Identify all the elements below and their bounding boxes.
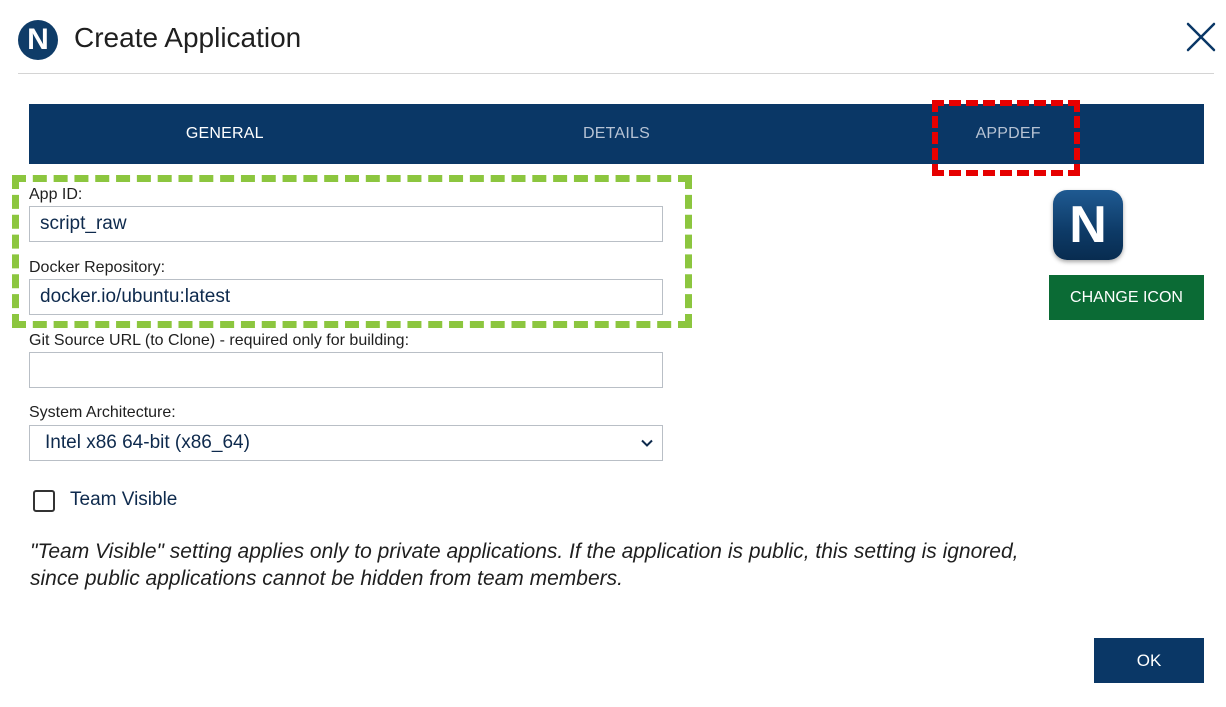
architecture-select[interactable]: Intel x86 64-bit (x86_64) bbox=[29, 425, 663, 461]
chevron-down-icon bbox=[641, 439, 653, 447]
close-button[interactable] bbox=[1182, 18, 1220, 56]
application-icon: N bbox=[1053, 190, 1123, 260]
tab-details[interactable]: DETAILS bbox=[421, 104, 813, 164]
team-visible-checkbox[interactable] bbox=[33, 490, 55, 512]
header-divider bbox=[18, 73, 1214, 74]
architecture-value: Intel x86 64-bit (x86_64) bbox=[45, 432, 250, 453]
architecture-label: System Architecture: bbox=[29, 404, 176, 421]
change-icon-button[interactable]: CHANGE ICON bbox=[1049, 275, 1204, 320]
app-logo: N bbox=[18, 20, 58, 60]
close-icon bbox=[1186, 22, 1216, 52]
ok-button[interactable]: OK bbox=[1094, 638, 1204, 683]
git-url-label: Git Source URL (to Clone) - required onl… bbox=[29, 332, 410, 349]
tab-general[interactable]: GENERAL bbox=[29, 104, 421, 164]
dialog-title: Create Application bbox=[74, 22, 302, 53]
team-visible-note: "Team Visible" setting applies only to p… bbox=[30, 540, 1019, 590]
highlight-red-box bbox=[932, 100, 1080, 176]
team-visible-label[interactable]: Team Visible bbox=[70, 489, 177, 511]
git-url-input[interactable] bbox=[29, 352, 663, 388]
highlight-green-box bbox=[12, 175, 692, 328]
